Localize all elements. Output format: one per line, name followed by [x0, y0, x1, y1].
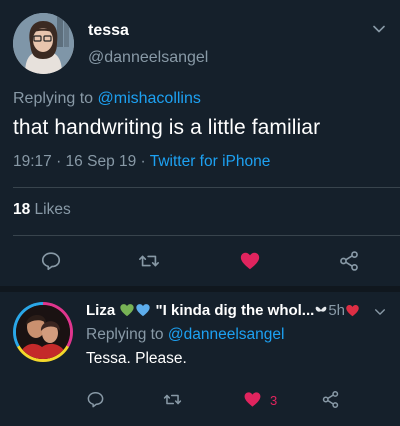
- like-icon-filled: [244, 392, 261, 407]
- tweet-text: that handwriting is a little familiar: [13, 116, 321, 139]
- replying-to-line: Replying to @mishacollins: [13, 90, 201, 108]
- main-tweet: tessa @danneelsangel Replying to @mishac…: [0, 0, 400, 286]
- reply-text: Tessa. Please.: [86, 350, 187, 367]
- avatar[interactable]: [13, 13, 74, 74]
- reply-name-quote: "I kinda dig the whol...: [155, 302, 315, 319]
- divider: [13, 235, 400, 236]
- like-icon-filled: [240, 252, 260, 270]
- share-button[interactable]: [338, 250, 360, 272]
- chevron-down-icon[interactable]: [372, 22, 386, 36]
- blue-heart-icon: [135, 302, 151, 321]
- likes-number: 18: [13, 201, 31, 218]
- green-heart-icon: [119, 302, 135, 321]
- replying-to-label: Replying to: [13, 90, 98, 107]
- reply-timestamp: 5h: [328, 302, 346, 319]
- retweet-button[interactable]: [163, 390, 182, 409]
- like-button[interactable]: [239, 250, 261, 272]
- red-heart-icon: [345, 303, 360, 321]
- reply-header: Liza "I kinda dig the whol... 5h: [86, 302, 374, 321]
- like-count: 3: [270, 393, 278, 408]
- share-button[interactable]: [321, 390, 340, 409]
- reply-button[interactable]: [40, 250, 62, 272]
- avatar-photo: [16, 305, 70, 359]
- avatar[interactable]: [13, 302, 73, 362]
- display-name[interactable]: tessa: [88, 22, 129, 40]
- share-icon: [322, 390, 339, 409]
- reply-tweet[interactable]: Liza "I kinda dig the whol... 5h Replyin…: [0, 292, 400, 426]
- likes-label: Likes: [30, 201, 71, 218]
- divider: [13, 187, 400, 188]
- username-handle[interactable]: @danneelsangel: [88, 49, 208, 67]
- mention-link[interactable]: @danneelsangel: [168, 326, 285, 343]
- like-button[interactable]: [243, 390, 262, 409]
- likes-count[interactable]: 18 Likes: [13, 201, 71, 219]
- share-icon: [340, 251, 358, 271]
- wings-icon: [314, 303, 328, 321]
- tweet-source[interactable]: Twitter for iPhone: [150, 153, 271, 170]
- tweet-meta: 19:17 · 16 Sep 19 · Twitter for iPhone: [13, 153, 270, 171]
- chevron-down-icon[interactable]: [374, 306, 386, 318]
- replying-to-line: Replying to @danneelsangel: [86, 326, 284, 344]
- retweet-button[interactable]: [138, 250, 160, 272]
- retweet-icon: [139, 255, 159, 267]
- reply-button[interactable]: [86, 390, 105, 409]
- avatar-photo: [13, 13, 74, 74]
- mention-link[interactable]: @mishacollins: [98, 90, 201, 107]
- replying-to-label: Replying to: [86, 326, 168, 343]
- reply-icon: [41, 252, 61, 271]
- tweet-timestamp: 19:17 · 16 Sep 19 ·: [13, 153, 150, 170]
- retweet-icon: [163, 394, 182, 405]
- reply-icon: [87, 392, 104, 408]
- reply-display-name[interactable]: Liza: [86, 302, 115, 319]
